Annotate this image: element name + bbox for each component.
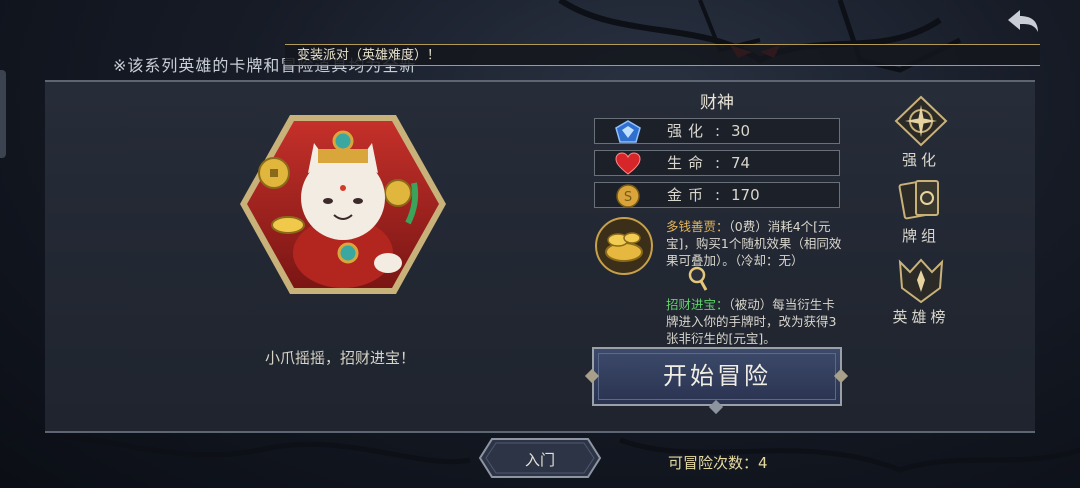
hero-ranking-icon xyxy=(898,258,944,304)
hero-portrait[interactable] xyxy=(238,113,448,296)
stat-value: 74 xyxy=(731,154,751,172)
skill-2-title: 招财进宝： xyxy=(666,297,729,312)
side-menu-upgrade[interactable]: 强化 xyxy=(892,95,950,170)
gold-ingot-skill-icon[interactable] xyxy=(594,216,654,276)
side-menu-deck[interactable]: 牌组 xyxy=(892,177,950,246)
side-menu-label: 英雄榜 xyxy=(892,308,950,326)
stat-health: 生命 : 74 xyxy=(594,150,840,176)
hero-tagline: 小爪摇摇，招财进宝！ xyxy=(264,349,415,367)
gold-coin-icon: S xyxy=(616,184,640,208)
stat-label: 生命 xyxy=(667,154,710,172)
stat-upgrade: 强化 : 30 xyxy=(594,118,840,144)
beginner-button-label: 入门 xyxy=(524,451,555,469)
start-adventure-button[interactable]: 开始冒险 xyxy=(592,347,842,406)
magnifier-icon[interactable] xyxy=(687,266,709,292)
stat-label: 金币 xyxy=(667,186,710,204)
skill-description-1: 多钱善贾：（0费）消耗4个[元宝]，购买1个随机效果（相同效果可叠加）。（冷却：… xyxy=(666,218,846,269)
skill-1-title: 多钱善贾： xyxy=(666,219,729,234)
event-ticker: 变装派对（英雄难度）！ xyxy=(285,44,1040,66)
card-deck-icon xyxy=(898,180,939,220)
side-menu-label: 牌组 xyxy=(901,227,940,245)
upgrade-compass-icon xyxy=(894,95,948,147)
adventure-count: 可冒险次数：4 xyxy=(668,452,768,473)
skill-description-2: 招财进宝：（被动）每当衍生卡牌进入你的手牌时，改为获得3张非衍生的[元宝]。 xyxy=(666,296,846,347)
back-arrow-icon[interactable] xyxy=(1002,6,1042,36)
hero-name: 财神 xyxy=(700,93,734,113)
start-adventure-label: 开始冒险 xyxy=(663,362,771,390)
stat-value: 170 xyxy=(731,186,760,204)
svg-text:S: S xyxy=(624,190,632,205)
side-menu-hero-ranking[interactable]: 英雄榜 xyxy=(892,258,950,327)
stat-gold: S 金币 : 170 xyxy=(594,182,840,208)
red-heart-icon xyxy=(615,152,641,175)
ticker-text: 变装派对（英雄难度）！ xyxy=(297,48,441,63)
hero-detail-panel xyxy=(45,80,1035,433)
adventure-count-label: 可冒险次数： xyxy=(668,454,759,472)
side-drawer-tab[interactable] xyxy=(0,70,6,158)
stat-value: 30 xyxy=(731,122,751,140)
adventure-count-value: 4 xyxy=(758,454,768,472)
side-menu-label: 强化 xyxy=(901,151,940,169)
beginner-button[interactable]: 入门 xyxy=(478,437,602,479)
stat-label: 强化 xyxy=(667,122,710,140)
blue-shield-icon xyxy=(615,120,641,143)
